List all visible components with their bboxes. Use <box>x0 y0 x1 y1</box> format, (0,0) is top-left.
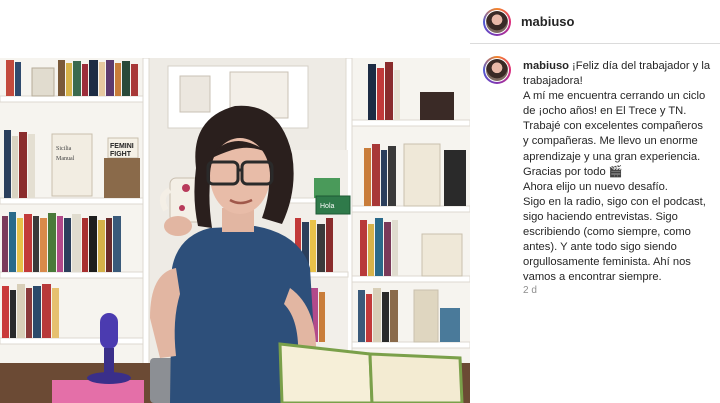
caption-line-10: sigo haciendo entrevistas. Sigo <box>523 210 678 223</box>
svg-text:Sicilia: Sicilia <box>56 146 72 152</box>
clapperboard-icon: 🎬 <box>608 165 623 178</box>
caption-line-5: y compañeras. Me llevo un enorme <box>523 135 698 148</box>
svg-text:Manual: Manual <box>56 156 75 162</box>
svg-text:Hola: Hola <box>320 203 335 210</box>
caption-line-6: aprendizaje y una gran experiencia. <box>523 150 701 163</box>
avatar[interactable] <box>483 7 511 36</box>
svg-text:FEMINI: FEMINI <box>110 143 134 150</box>
caption-line-13: orgullosamente feminista. Ahí nos <box>523 256 691 269</box>
caption-text: mabiuso ¡Feliz día del trabajador y la tr… <box>523 59 715 285</box>
caption-line-0: ¡Feliz día del trabajador y la <box>572 60 711 72</box>
post-timestamp[interactable]: 2 d <box>523 285 537 296</box>
avatar-image <box>486 10 508 33</box>
post-photo[interactable]: Sicilia Manual FEMINI FIGHT Hola <box>0 58 470 403</box>
caption-username-link[interactable]: mabiuso <box>523 60 569 72</box>
svg-text:FIGHT: FIGHT <box>110 151 132 158</box>
caption-avatar-ring <box>485 58 509 82</box>
caption-line-4: Trabajé con excelentes compañeros <box>523 120 703 133</box>
caption-line-2: A mí me encuentra cerrando un ciclo <box>523 90 706 103</box>
caption-avatar-image <box>486 59 508 81</box>
caption-line-3: de ¡ocho años! en El Trece y TN. <box>523 105 687 118</box>
post-header: mabiuso <box>470 0 720 44</box>
caption-line-8: Ahora elijo un nuevo desafío. <box>523 180 668 193</box>
post-photo-illustration: Sicilia Manual FEMINI FIGHT Hola <box>0 58 470 403</box>
caption-line-1: trabajadora! <box>523 75 583 88</box>
caption-line-14: vamos a encontrar siempre. <box>523 271 662 284</box>
caption-line-12: antes). Y ante todo sigo siendo <box>523 241 677 254</box>
caption-line-7: Gracias por todo <box>523 165 606 178</box>
caption-line-9: Sigo en la radio, sigo con el podcast, <box>523 195 706 208</box>
avatar-ring <box>485 9 509 34</box>
header-username-link[interactable]: mabiuso <box>521 14 574 29</box>
caption-line-11: escribiendo (como siempre, como <box>523 226 691 239</box>
caption-avatar[interactable] <box>483 56 511 84</box>
